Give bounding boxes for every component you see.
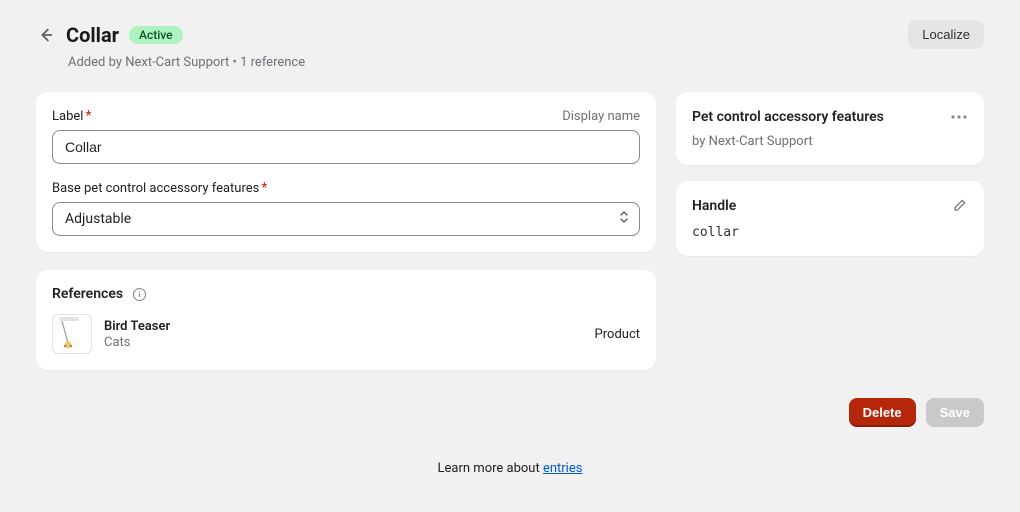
delete-button[interactable]: Delete	[849, 398, 916, 427]
edit-handle-icon[interactable]	[950, 197, 968, 215]
definition-card: Pet control accessory features by Next-C…	[676, 92, 984, 165]
references-heading: References	[52, 286, 123, 302]
required-indicator: *	[85, 108, 91, 124]
page-subheader: Added by Next-Cart Support • 1 reference	[68, 55, 984, 70]
reference-title: Bird Teaser	[104, 319, 170, 334]
status-badge: Active	[129, 26, 183, 44]
reference-thumbnail	[52, 314, 92, 354]
reference-type: Product	[595, 327, 640, 342]
definition-title: Pet control accessory features	[692, 109, 884, 125]
entries-link[interactable]: entries	[543, 461, 583, 476]
label-field-hint: Display name	[562, 109, 640, 124]
info-icon[interactable]	[131, 286, 147, 302]
entry-form-card: Label* Display name Base pet control acc…	[36, 92, 656, 252]
required-indicator: *	[261, 180, 267, 196]
reference-row[interactable]: Bird Teaser Cats Product	[52, 314, 640, 354]
reference-subtitle: Cats	[104, 335, 170, 350]
definition-byline: by Next-Cart Support	[692, 134, 968, 149]
handle-card: Handle collar	[676, 181, 984, 256]
back-arrow-icon[interactable]	[36, 25, 56, 45]
references-card: References Bird Teaser Cats	[36, 270, 656, 370]
page-title: Collar	[66, 23, 119, 47]
base-feature-select[interactable]: Adjustable	[52, 202, 640, 236]
label-input[interactable]	[52, 130, 640, 164]
more-actions-icon[interactable]	[950, 108, 968, 126]
label-field-label: Label	[52, 109, 83, 124]
learn-more-text: Learn more about entries	[36, 461, 984, 476]
base-field-label: Base pet control accessory features	[52, 181, 259, 196]
handle-value: collar	[692, 225, 968, 240]
localize-button[interactable]: Localize	[908, 20, 984, 49]
handle-title: Handle	[692, 198, 736, 214]
save-button[interactable]: Save	[926, 398, 984, 427]
